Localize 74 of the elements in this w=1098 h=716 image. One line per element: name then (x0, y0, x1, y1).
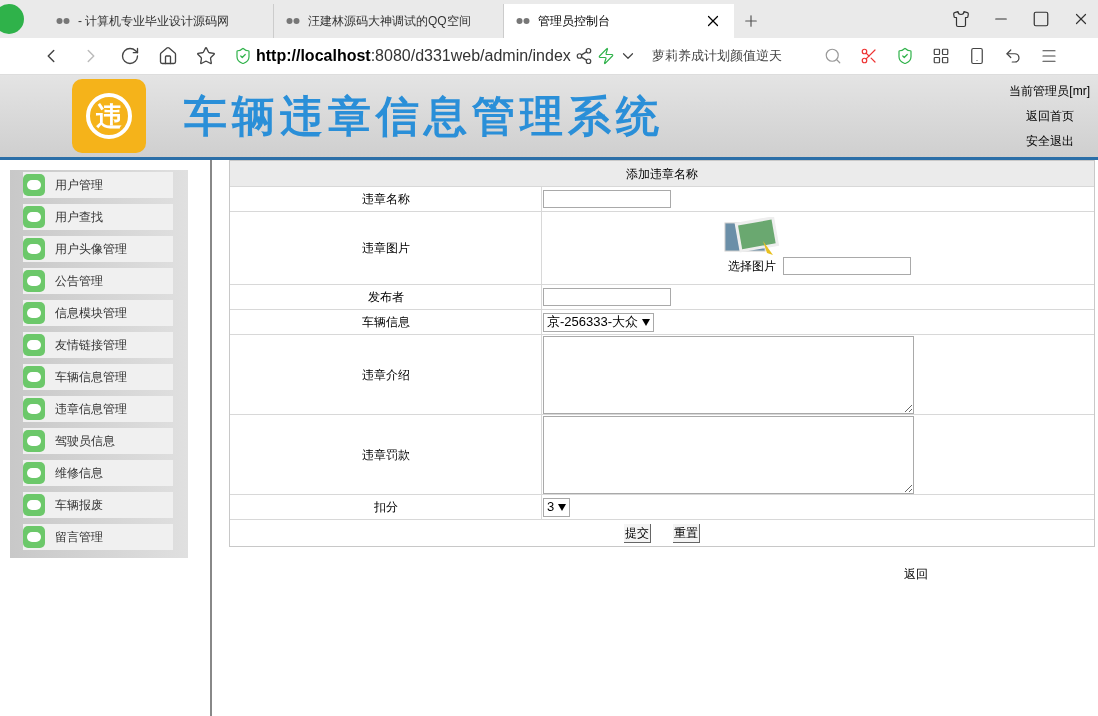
dropdown-caret-icon (642, 318, 651, 326)
sidebar-item[interactable]: 留言管理 (23, 524, 173, 550)
form-button[interactable]: 重置 (673, 523, 700, 543)
scissors-icon[interactable] (860, 47, 878, 65)
back-link[interactable]: 返回 (904, 565, 928, 583)
phone-icon[interactable] (968, 47, 986, 65)
sidebar-item[interactable]: 公告管理 (23, 268, 173, 294)
tab-favicon-icon (516, 17, 530, 25)
choose-image-button[interactable]: 选择图片 (723, 217, 781, 275)
sidebar-item[interactable]: 信息模块管理 (23, 300, 173, 326)
sidebar-item[interactable]: 维修信息 (23, 460, 173, 486)
dropdown[interactable]: 3 (543, 497, 571, 517)
chat-bubble-icon (23, 462, 45, 484)
apps-icon[interactable] (932, 47, 950, 65)
chat-bubble-icon (23, 430, 45, 452)
field-label: 发布者 (367, 289, 404, 306)
sidebar-item[interactable]: 车辆信息管理 (23, 364, 173, 390)
chat-bubble-icon (23, 206, 45, 228)
logo-character: 违 (96, 99, 122, 133)
text-field[interactable] (543, 288, 671, 306)
field-label: 扣分 (373, 499, 398, 516)
sidebar-item[interactable]: 友情链接管理 (23, 332, 173, 358)
chat-bubble-icon (23, 398, 45, 420)
chat-bubble-icon (23, 494, 45, 516)
field-label: 违章介绍 (361, 366, 410, 384)
reload-icon[interactable] (120, 46, 140, 66)
chat-bubble-icon (23, 238, 45, 260)
sidebar-item[interactable]: 用户头像管理 (23, 236, 173, 262)
header-link[interactable]: 安全退出 (1026, 132, 1090, 150)
sidebar-item[interactable]: 用户查找 (23, 204, 173, 230)
dropdown[interactable]: 京-256333-大众 (543, 312, 655, 332)
search-icon (824, 47, 842, 65)
sidebar-item[interactable]: 驾驶员信息 (23, 428, 173, 454)
home-icon[interactable] (158, 46, 178, 66)
shield-icon (234, 47, 252, 65)
field-label: 违章图片 (361, 240, 410, 257)
tab-title: 管理员控制台 (538, 13, 611, 30)
form-button[interactable]: 提交 (624, 523, 651, 543)
shirt-icon[interactable] (952, 10, 970, 28)
tab-favicon-icon (56, 17, 70, 25)
form-title: 添加违章名称 (626, 165, 698, 183)
search-field[interactable]: 萝莉养成计划颜值逆天 (652, 46, 842, 66)
header-link[interactable]: 返回首页 (1026, 107, 1090, 125)
sidebar-item[interactable]: 用户管理 (23, 172, 173, 198)
new-tab-icon[interactable] (742, 12, 760, 30)
browser-logo-icon (0, 4, 24, 34)
undo-icon[interactable] (1004, 47, 1022, 65)
chat-bubble-icon (23, 366, 45, 388)
maximize-icon[interactable] (1032, 10, 1050, 28)
tab-favicon-icon (286, 17, 300, 25)
field-label: 违章罚款 (361, 446, 410, 464)
chat-bubble-icon (23, 302, 45, 324)
tab-title: 汪建林源码大神调试的QQ空间 (308, 13, 472, 30)
system-title: 车辆违章信息管理系统 (184, 90, 664, 142)
share-icon[interactable] (574, 47, 593, 65)
current-admin: 当前管理员[mr] (1009, 83, 1090, 100)
chat-bubble-icon (23, 526, 45, 548)
text-field[interactable] (543, 190, 671, 208)
chat-bubble-icon (23, 334, 45, 356)
star-icon[interactable] (196, 46, 216, 66)
shield-icon[interactable] (896, 47, 914, 65)
field-label: 车辆信息 (361, 314, 410, 331)
tab-title: - 计算机专业毕业设计源码网 (78, 13, 231, 30)
menu-icon[interactable] (1040, 47, 1058, 65)
file-path-field[interactable] (783, 257, 911, 275)
sidebar-item[interactable]: 车辆报废 (23, 492, 173, 518)
address-bar[interactable]: http://localhost:8080/d331web/admin/index (234, 42, 634, 70)
chat-bubble-icon (23, 270, 45, 292)
dropdown-caret-icon (558, 503, 567, 511)
sidebar-item[interactable]: 违章信息管理 (23, 396, 173, 422)
chat-bubble-icon (23, 174, 45, 196)
picture-icon (723, 217, 781, 257)
browser-tab[interactable]: 管理员控制台 (504, 4, 734, 38)
field-label: 违章名称 (361, 191, 410, 208)
